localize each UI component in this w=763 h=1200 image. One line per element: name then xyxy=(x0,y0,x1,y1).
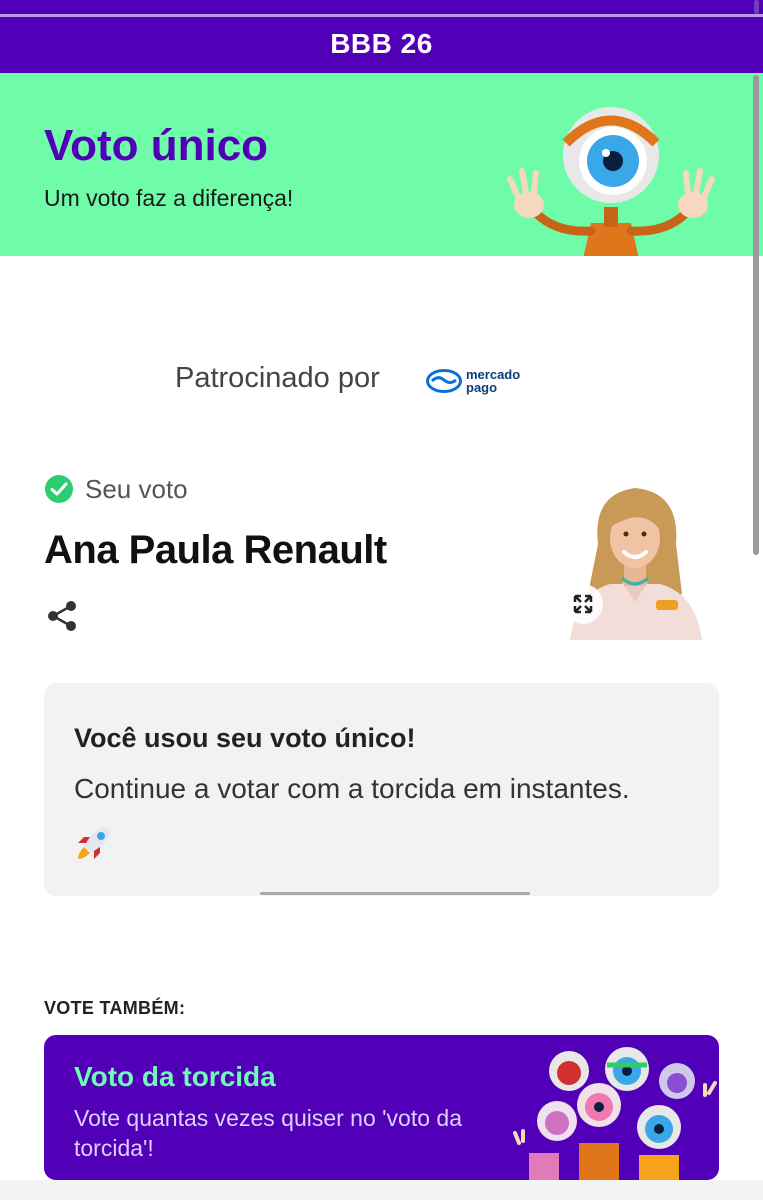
vote-status-label: Seu voto xyxy=(85,474,188,504)
mascot-group-icon xyxy=(513,1047,717,1180)
bottom-edge xyxy=(0,1180,763,1200)
promo-title: Voto da torcida xyxy=(74,1061,276,1092)
vote-used-card: Você usou seu voto único! Continue a vot… xyxy=(44,683,719,896)
app-header: BBB 26 xyxy=(0,0,763,73)
page-scrollbar[interactable] xyxy=(753,75,759,555)
header-accent-line xyxy=(0,14,763,17)
hero-subtitle: Um voto faz a diferença! xyxy=(44,185,294,211)
share-icon[interactable] xyxy=(44,598,80,634)
app-title: BBB 26 xyxy=(330,28,433,59)
check-circle-icon xyxy=(45,475,73,503)
hero-banner: Voto único Um voto faz a diferença! xyxy=(0,73,763,256)
candidate-name: Ana Paula Renault xyxy=(44,528,387,572)
expand-photo-button[interactable] xyxy=(563,584,603,624)
rocket-icon xyxy=(78,827,110,859)
mercado-pago-logo: mercado pago xyxy=(426,367,520,395)
svg-text:pago: pago xyxy=(466,380,497,395)
voto-da-torcida-card[interactable]: Voto da torcida Vote quantas vezes quise… xyxy=(44,1035,719,1180)
expand-icon xyxy=(573,594,593,614)
promo-text: Vote quantas vezes quiser no 'voto da to… xyxy=(74,1105,462,1161)
sponsor-label: Patrocinado por xyxy=(175,362,380,394)
header-scroll-indicator xyxy=(754,0,759,14)
vote-used-title: Você usou seu voto único! xyxy=(74,723,416,753)
vote-also-label: VOTE TAMBÉM: xyxy=(44,998,186,1018)
timer-progress-bar xyxy=(260,892,530,895)
hero-title: Voto único xyxy=(44,121,269,170)
sponsor-row: Patrocinado por mercado pago xyxy=(175,362,595,402)
big-brother-eye-mascot-icon xyxy=(507,107,715,256)
vote-used-message: Continue a votar com a torcida em instan… xyxy=(74,773,630,804)
